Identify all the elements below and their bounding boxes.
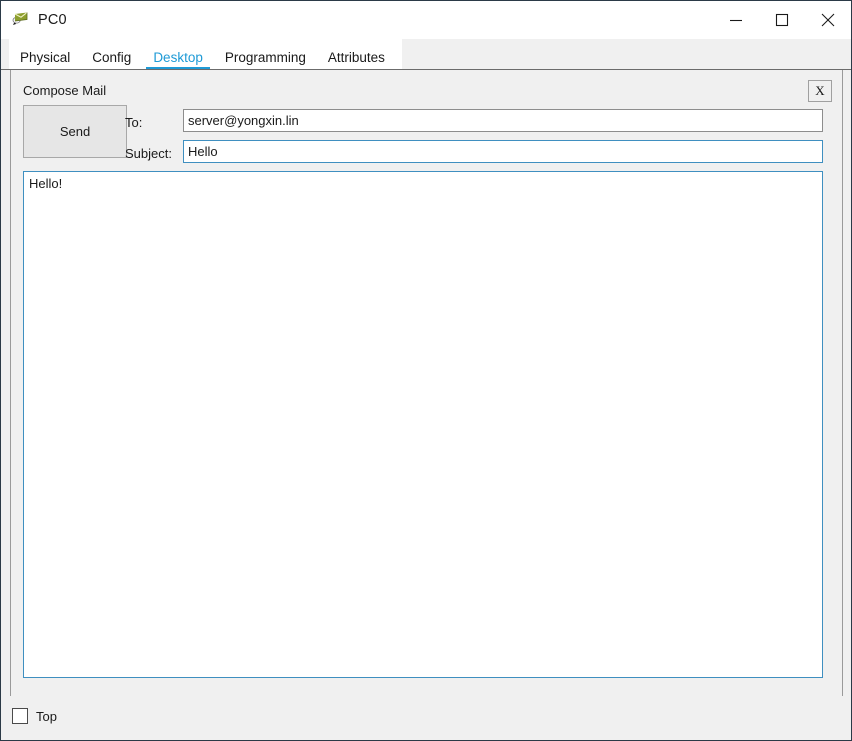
window-controls <box>713 1 851 39</box>
subject-input[interactable] <box>183 140 823 163</box>
tab-programming[interactable]: Programming <box>214 39 317 70</box>
message-body-input[interactable]: Hello! <box>23 171 823 678</box>
tab-config[interactable]: Config <box>81 39 142 70</box>
application-window: PC0 Physical Config Desktop Programming … <box>0 0 852 741</box>
footer-bar: Top <box>1 696 851 740</box>
tab-attributes[interactable]: Attributes <box>317 39 396 70</box>
send-button[interactable]: Send <box>23 105 127 158</box>
subject-label: Subject: <box>125 146 172 161</box>
packet-tracer-pc-icon <box>10 10 30 30</box>
compose-mail-title: Compose Mail <box>23 83 107 98</box>
top-checkbox-label: Top <box>36 708 57 724</box>
maximize-icon <box>775 13 789 27</box>
tab-physical[interactable]: Physical <box>9 39 81 70</box>
close-icon <box>820 12 836 28</box>
maximize-button[interactable] <box>759 1 805 39</box>
title-bar: PC0 <box>1 1 851 39</box>
top-checkbox[interactable] <box>12 708 28 724</box>
to-label: To: <box>125 115 143 130</box>
minimize-icon <box>729 13 743 27</box>
compose-close-button[interactable]: X <box>808 80 832 102</box>
content-area: Compose Mail X Send To: Subject: Hello! … <box>1 70 851 740</box>
close-button[interactable] <box>805 1 851 39</box>
tab-list: Physical Config Desktop Programming Attr… <box>9 39 402 70</box>
window-title: PC0 <box>38 12 67 28</box>
tab-desktop[interactable]: Desktop <box>142 39 214 70</box>
tab-bar: Physical Config Desktop Programming Attr… <box>1 39 851 70</box>
minimize-button[interactable] <box>713 1 759 39</box>
to-input[interactable] <box>183 109 823 132</box>
top-checkbox-row[interactable]: Top <box>12 708 57 724</box>
compose-mail-panel: Compose Mail X Send To: Subject: Hello! <box>10 70 843 727</box>
